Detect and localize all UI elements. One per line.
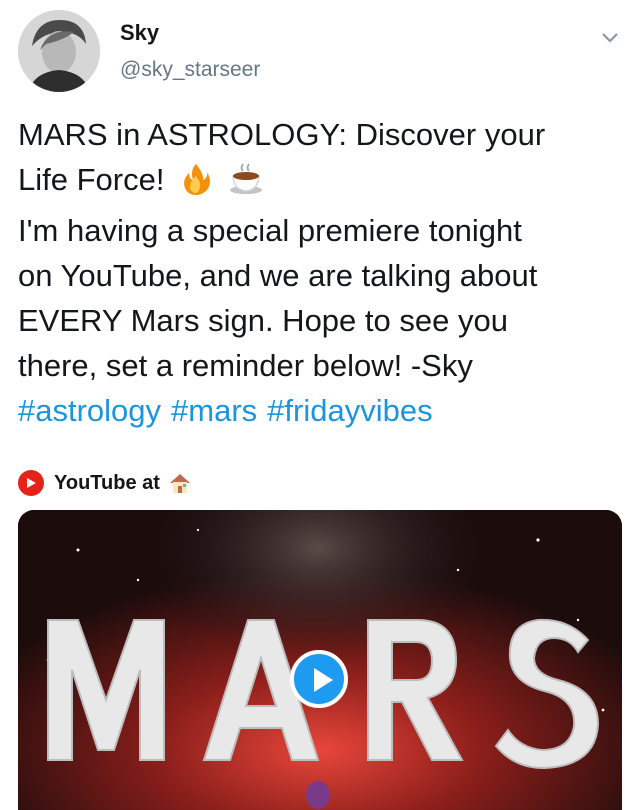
coffee-emoji — [228, 162, 264, 208]
hashtag-mars[interactable]: #mars — [171, 393, 257, 428]
tweet-header: Sky @sky_starseer — [18, 10, 622, 96]
avatar[interactable] — [18, 10, 100, 92]
user-handle[interactable]: @sky_starseer — [120, 58, 260, 82]
youtube-icon — [18, 470, 44, 496]
tweet-line: Life Force! — [18, 162, 165, 197]
tweet-text: MARS in ASTROLOGY: Discover your Life Fo… — [18, 112, 622, 433]
tweet-line: there, set a reminder below! -Sky — [18, 348, 473, 383]
tweet-line-with-emoji: Life Force! — [18, 157, 622, 208]
chevron-down-icon[interactable] — [598, 28, 622, 48]
play-icon[interactable] — [290, 650, 348, 708]
video-card[interactable] — [18, 510, 622, 810]
house-icon — [168, 471, 192, 495]
hashtag-astrology[interactable]: #astrology — [18, 393, 161, 428]
tweet-line: on YouTube, and we are talking about — [18, 258, 538, 293]
tweet-line: I'm having a special premiere tonight — [18, 213, 522, 248]
display-name[interactable]: Sky — [120, 20, 159, 46]
tweet-line: EVERY Mars sign. Hope to see you — [18, 303, 508, 338]
hashtag-fridayvibes[interactable]: #fridayvibes — [267, 393, 432, 428]
source-label: YouTube at — [54, 471, 160, 494]
fire-emoji — [179, 162, 213, 208]
tweet-line: MARS in ASTROLOGY: Discover your — [18, 117, 546, 152]
link-source[interactable]: YouTube at — [18, 466, 192, 500]
hashtag-row: #astrology #mars #fridayvibes — [18, 388, 622, 433]
